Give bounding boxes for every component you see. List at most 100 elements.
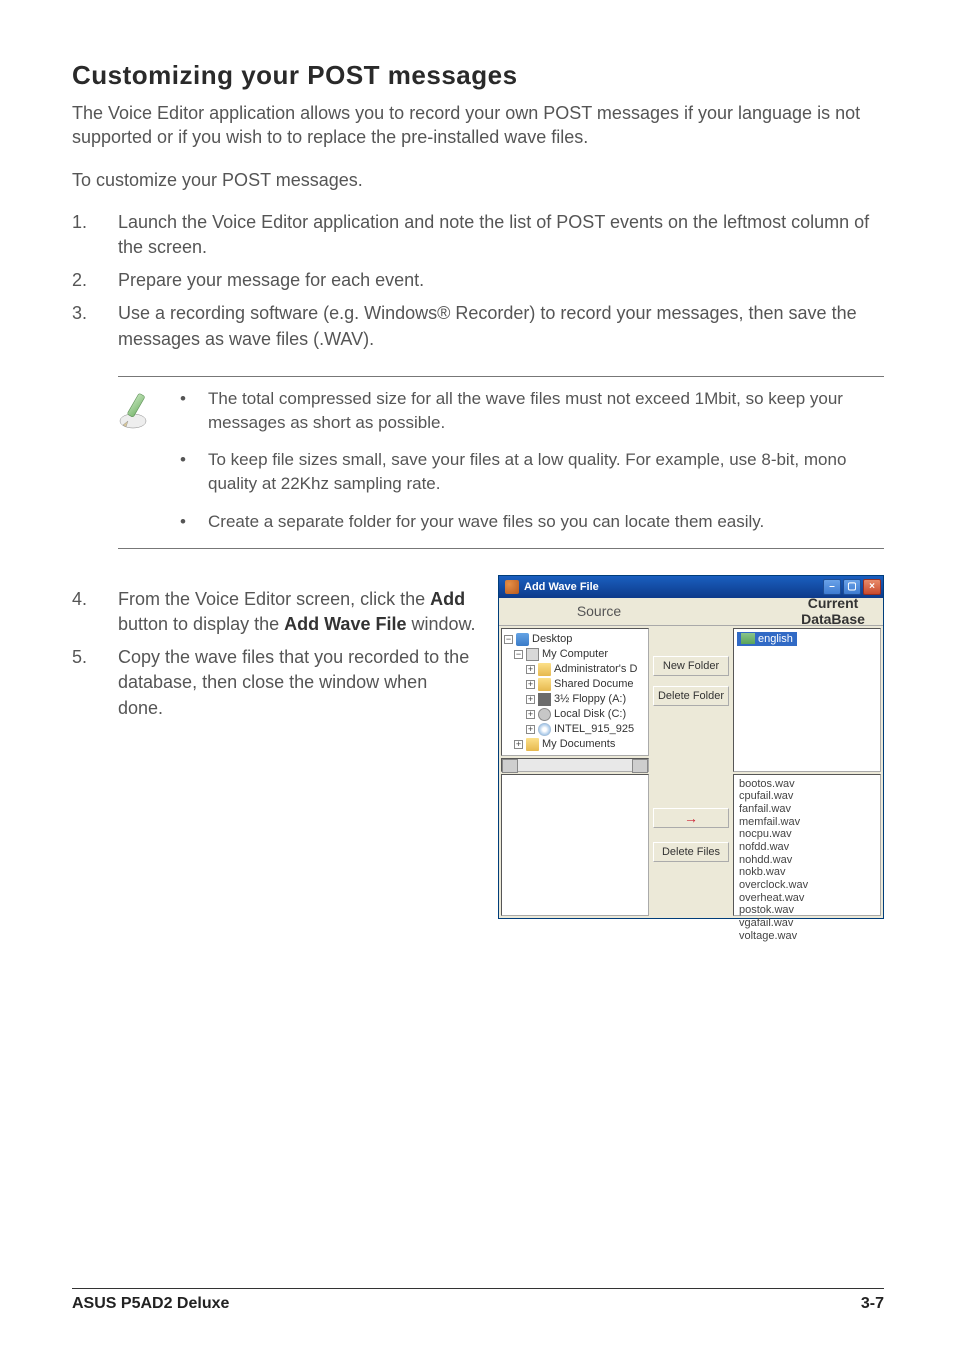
step-4: 4. From the Voice Editor screen, click t… [72, 587, 476, 637]
database-panel[interactable]: english [733, 628, 881, 772]
db-file-item[interactable]: memfail.wav [739, 816, 875, 829]
desktop-icon [516, 633, 529, 646]
db-file-item[interactable]: nohdd.wav [739, 854, 875, 867]
db-file-item[interactable]: cpufail.wav [739, 790, 875, 803]
step-5: 5. Copy the wave files that you recorded… [72, 645, 476, 721]
expand-icon[interactable]: + [526, 695, 535, 704]
tree-floppy[interactable]: +3½ Floppy (A:) [504, 692, 646, 707]
step-3: 3. Use a recording software (e.g. Window… [72, 301, 884, 351]
note-text: Create a separate folder for your wave f… [208, 510, 764, 534]
horizontal-scrollbar[interactable] [501, 758, 649, 772]
tree-label: Shared Docume [554, 678, 634, 690]
steps-lower-list: 4. From the Voice Editor screen, click t… [72, 587, 476, 721]
step4-mid: button to display the [118, 614, 284, 634]
step4-suffix: window. [406, 614, 475, 634]
expand-icon[interactable]: + [526, 665, 535, 674]
delete-files-button[interactable]: Delete Files [653, 842, 729, 862]
db-file-item[interactable]: nofdd.wav [739, 841, 875, 854]
computer-icon [526, 648, 539, 661]
intro-paragraph-2: To customize your POST messages. [72, 168, 884, 192]
tree-label: Desktop [532, 633, 572, 645]
step-text: Copy the wave files that you recorded to… [118, 645, 476, 721]
new-folder-button[interactable]: New Folder [653, 656, 729, 676]
step-number: 2. [72, 268, 118, 293]
db-file-item[interactable]: fanfail.wav [739, 803, 875, 816]
add-wave-file-window: Add Wave File – ▢ × Source Current DataB… [498, 575, 884, 919]
step4-bold2: Add Wave File [284, 614, 406, 634]
note-bullet-3: •Create a separate folder for your wave … [180, 510, 884, 534]
bullet-icon: • [180, 448, 208, 496]
db-file-item[interactable]: overclock.wav [739, 879, 875, 892]
step-number: 1. [72, 210, 118, 260]
language-folder-selected[interactable]: english [737, 632, 797, 646]
intro-paragraph: The Voice Editor application allows you … [72, 101, 884, 150]
note-bullet-1: •The total compressed size for all the w… [180, 387, 884, 435]
tree-intel[interactable]: + INTEL_915_925 [504, 722, 646, 737]
db-file-item[interactable]: overheat.wav [739, 892, 875, 905]
step-text: Launch the Voice Editor application and … [118, 210, 884, 260]
collapse-icon[interactable]: − [514, 650, 523, 659]
step-number: 4. [72, 587, 118, 637]
db-file-item[interactable]: bootos.wav [739, 778, 875, 791]
expand-icon[interactable]: + [514, 740, 523, 749]
step-text: Use a recording software (e.g. Windows® … [118, 301, 884, 351]
expand-icon[interactable]: + [526, 710, 535, 719]
db-file-item[interactable]: vgafail.wav [739, 917, 875, 930]
bullet-icon: • [180, 510, 208, 534]
expand-icon[interactable]: + [526, 680, 535, 689]
tree-label: Administrator's D [554, 663, 637, 675]
note-bullets: •The total compressed size for all the w… [180, 387, 884, 538]
step-2: 2. Prepare your message for each event. [72, 268, 884, 293]
db-file-item[interactable]: postok.wav [739, 904, 875, 917]
tree-admin[interactable]: + Administrator's D [504, 662, 646, 677]
source-header: Source [499, 603, 699, 619]
note-block: •The total compressed size for all the w… [118, 376, 884, 549]
tree-localdisk[interactable]: + Local Disk (C:) [504, 707, 646, 722]
step-text: Prepare your message for each event. [118, 268, 884, 293]
step4-bold1: Add [430, 589, 465, 609]
close-button[interactable]: × [863, 579, 881, 595]
note-pencil-icon [118, 387, 162, 538]
delete-folder-button[interactable]: Delete Folder [653, 686, 729, 706]
footer-right: 3-7 [861, 1295, 884, 1313]
bullet-icon: • [180, 387, 208, 435]
add-arrow-button[interactable]: → [653, 808, 729, 828]
app-icon [505, 580, 519, 594]
tree-label: Local Disk (C:) [554, 708, 626, 720]
step-text: From the Voice Editor screen, click the … [118, 587, 476, 637]
window-title: Add Wave File [524, 581, 599, 593]
tree-desktop[interactable]: − Desktop [504, 632, 646, 647]
disk-icon [538, 708, 551, 721]
note-bullet-2: •To keep file sizes small, save your fil… [180, 448, 884, 496]
minimize-button[interactable]: – [823, 579, 841, 595]
tree-label: My Documents [542, 738, 615, 750]
db-file-item[interactable]: nocpu.wav [739, 828, 875, 841]
db-file-item[interactable]: nokb.wav [739, 866, 875, 879]
cd-icon [538, 723, 551, 736]
folder-icon [538, 678, 551, 691]
folder-tree[interactable]: −Desktop −My Computer +Administrator's D… [501, 628, 649, 756]
source-files-panel[interactable] [501, 774, 649, 916]
section-heading: Customizing your POST messages [72, 60, 884, 91]
footer-left: ASUS P5AD2 Deluxe [72, 1295, 229, 1313]
collapse-icon[interactable]: − [504, 635, 513, 644]
expand-icon[interactable]: + [526, 725, 535, 734]
page-footer: ASUS P5AD2 Deluxe 3-7 [72, 1288, 884, 1313]
window-titlebar[interactable]: Add Wave File – ▢ × [499, 576, 883, 598]
tree-label: INTEL_915_925 [554, 723, 634, 735]
note-text: The total compressed size for all the wa… [208, 387, 884, 435]
database-files-list[interactable]: bootos.wav cpufail.wav fanfail.wav memfa… [733, 774, 881, 916]
db-file-item[interactable]: voltage.wav [739, 930, 875, 943]
maximize-button[interactable]: ▢ [843, 579, 861, 595]
tree-shared[interactable]: + Shared Docume [504, 677, 646, 692]
step-1: 1. Launch the Voice Editor application a… [72, 210, 884, 260]
folder-icon [538, 663, 551, 676]
tree-label: 3½ Floppy (A:) [554, 693, 626, 705]
tree-mydocs[interactable]: + My Documents [504, 737, 646, 752]
note-text: To keep file sizes small, save your file… [208, 448, 884, 496]
language-label: english [758, 633, 793, 645]
folder-icon [526, 738, 539, 751]
folder-open-icon [741, 633, 755, 644]
tree-mycomputer[interactable]: −My Computer [504, 647, 646, 662]
step-number: 5. [72, 645, 118, 721]
